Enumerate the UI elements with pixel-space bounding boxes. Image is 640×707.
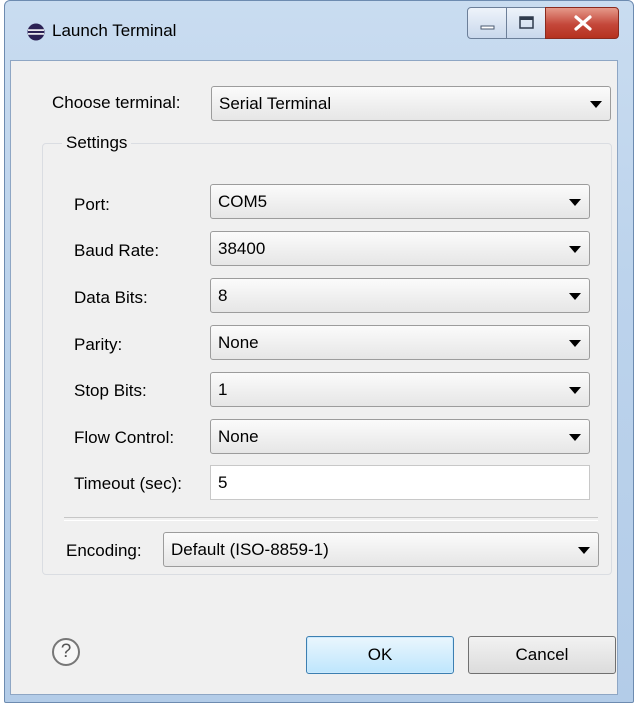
- data-bits-label: Data Bits:: [74, 288, 148, 307]
- data-bits-dropdown[interactable]: 8: [210, 278, 590, 313]
- timeout-input[interactable]: 5: [210, 465, 590, 500]
- chevron-down-icon: [569, 199, 581, 206]
- title-bar[interactable]: Launch Terminal: [5, 1, 633, 57]
- settings-separator: [64, 517, 598, 521]
- data-bits-value: 8: [218, 286, 228, 305]
- baud-rate-label: Baud Rate:: [74, 241, 160, 260]
- stop-bits-dropdown[interactable]: 1: [210, 372, 590, 407]
- parity-value: None: [218, 333, 259, 352]
- close-icon: [574, 15, 592, 31]
- timeout-label: Timeout (sec):: [74, 474, 183, 493]
- encoding-dropdown[interactable]: Default (ISO-8859-1): [163, 532, 599, 567]
- port-label: Port:: [74, 195, 110, 214]
- port-dropdown[interactable]: COM5: [210, 184, 590, 219]
- timeout-value: 5: [218, 473, 228, 492]
- ok-button[interactable]: OK: [306, 636, 454, 674]
- maximize-icon: [519, 16, 534, 29]
- choose-terminal-dropdown[interactable]: Serial Terminal: [211, 86, 611, 121]
- choose-terminal-label: Choose terminal:: [52, 93, 181, 112]
- baud-rate-dropdown[interactable]: 38400: [210, 231, 590, 266]
- port-value: COM5: [218, 192, 268, 211]
- window-title: Launch Terminal: [52, 21, 177, 40]
- parity-label: Parity:: [74, 335, 123, 354]
- flow-control-value: None: [218, 427, 259, 446]
- chevron-down-icon: [569, 387, 581, 394]
- encoding-value: Default (ISO-8859-1): [171, 540, 329, 559]
- flow-control-dropdown[interactable]: None: [210, 419, 590, 454]
- flow-control-label: Flow Control:: [74, 428, 175, 447]
- chevron-down-icon: [569, 293, 581, 300]
- chevron-down-icon: [569, 434, 581, 441]
- chevron-down-icon: [569, 246, 581, 253]
- minimize-button[interactable]: [467, 7, 507, 39]
- encoding-label: Encoding:: [66, 541, 142, 560]
- baud-rate-value: 38400: [218, 239, 266, 258]
- chevron-down-icon: [590, 101, 602, 108]
- help-icon[interactable]: ?: [52, 638, 80, 666]
- minimize-icon: [480, 25, 495, 30]
- stop-bits-value: 1: [218, 380, 228, 399]
- parity-dropdown[interactable]: None: [210, 325, 590, 360]
- maximize-button[interactable]: [506, 7, 546, 39]
- eclipse-icon: [27, 23, 45, 41]
- chevron-down-icon: [578, 547, 590, 554]
- cancel-button[interactable]: Cancel: [468, 636, 616, 674]
- close-button[interactable]: [545, 7, 619, 39]
- settings-group-label: Settings: [62, 133, 132, 153]
- choose-terminal-value: Serial Terminal: [219, 94, 332, 113]
- chevron-down-icon: [569, 340, 581, 347]
- stop-bits-label: Stop Bits:: [74, 381, 147, 400]
